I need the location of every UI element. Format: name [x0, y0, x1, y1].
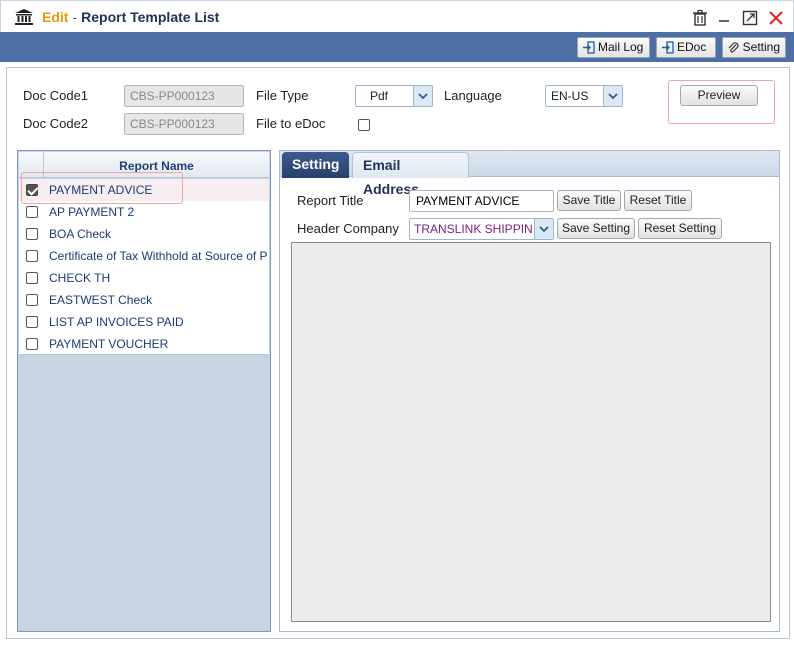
row-checkbox[interactable] — [26, 250, 38, 262]
list-item[interactable]: Certificate of Tax Withhold at Source of… — [19, 245, 269, 267]
report-name: PAYMENT VOUCHER — [49, 337, 169, 351]
paperclip-icon — [728, 42, 739, 53]
edoc-label: EDoc — [677, 40, 707, 54]
edoc-button[interactable]: EDoc — [656, 37, 716, 58]
list-item[interactable]: AP PAYMENT 2 — [19, 201, 269, 223]
mail-log-label: Mail Log — [598, 40, 644, 54]
report-title-input[interactable] — [409, 190, 554, 212]
preview-button[interactable]: Preview — [680, 85, 758, 106]
chevron-down-icon — [413, 86, 432, 106]
maximize-icon[interactable] — [741, 9, 759, 27]
doc-code1-label: Doc Code1 — [23, 88, 89, 103]
preview-area — [291, 242, 771, 622]
header-company-value: TRANSLINK SHIPPIN — [414, 222, 533, 236]
save-setting-button[interactable]: Save Setting — [557, 218, 635, 239]
chevron-down-icon — [603, 86, 622, 106]
row-checkbox[interactable] — [26, 272, 38, 284]
list-item[interactable]: EASTWEST Check — [19, 289, 269, 311]
report-name: EASTWEST Check — [49, 293, 153, 307]
row-checkbox[interactable] — [26, 338, 38, 350]
save-title-button[interactable]: Save Title — [557, 190, 621, 211]
file-to-edoc-label: File to eDoc — [256, 116, 326, 131]
doc-code1-input[interactable] — [124, 85, 244, 107]
tab-setting[interactable]: Setting — [282, 152, 349, 178]
report-name: LIST AP INVOICES PAID — [49, 315, 184, 329]
report-list-body: PAYMENT ADVICE AP PAYMENT 2 BOA Check Ce… — [19, 179, 269, 355]
mode-label: Edit — [42, 9, 69, 25]
report-name: BOA Check — [49, 227, 112, 241]
language-select[interactable]: EN-US — [545, 85, 623, 107]
header-company-select[interactable]: TRANSLINK SHIPPIN — [409, 218, 554, 240]
file-type-label: File Type — [256, 88, 309, 103]
language-label: Language — [444, 88, 502, 103]
chevron-down-icon — [534, 219, 553, 239]
report-name: Certificate of Tax Withhold at Source of… — [49, 249, 268, 263]
list-item[interactable]: PAYMENT VOUCHER — [19, 333, 269, 354]
row-checkbox[interactable] — [26, 316, 38, 328]
report-list-panel: Report Name PAYMENT ADVICE AP PAYMENT 2 … — [17, 150, 271, 632]
row-checkbox[interactable] — [26, 294, 38, 306]
main-content: Doc Code1 Doc Code2 File Type Pdf File t… — [6, 67, 790, 639]
file-to-edoc-checkbox[interactable] — [358, 119, 370, 131]
selected-row-highlight-box — [21, 172, 183, 204]
trash-icon[interactable] — [691, 9, 709, 27]
mail-log-button[interactable]: Mail Log — [577, 37, 650, 58]
tab-email-address[interactable]: Email Address — [352, 152, 469, 197]
doc-code2-input[interactable] — [124, 113, 244, 135]
list-item[interactable]: BOA Check — [19, 223, 269, 245]
window-title: Edit - Report Template List — [42, 9, 219, 25]
toolbar: Mail Log EDoc Setting — [0, 32, 794, 62]
close-icon[interactable] — [767, 9, 785, 27]
bank-icon — [15, 9, 33, 25]
doc-code2-label: Doc Code2 — [23, 116, 89, 131]
file-type-select[interactable]: Pdf — [355, 85, 433, 107]
minimize-icon[interactable] — [715, 9, 733, 27]
row-checkbox[interactable] — [26, 228, 38, 240]
window-titlebar: Edit - Report Template List — [0, 0, 794, 32]
reset-title-button[interactable]: Reset Title — [624, 190, 692, 211]
row-checkbox[interactable] — [26, 206, 38, 218]
report-name: CHECK TH — [49, 271, 111, 285]
report-title-label: Report Title — [297, 193, 364, 208]
reset-setting-button[interactable]: Reset Setting — [638, 218, 722, 239]
header-company-label: Header Company — [297, 221, 399, 236]
setting-button[interactable]: Setting — [722, 37, 786, 58]
list-item[interactable]: LIST AP INVOICES PAID — [19, 311, 269, 333]
list-item[interactable]: CHECK TH — [19, 267, 269, 289]
title-separator: - — [72, 9, 78, 25]
settings-panel: Setting Email Address Report Title Save … — [279, 150, 780, 632]
report-name: AP PAYMENT 2 — [49, 205, 135, 219]
login-icon — [583, 41, 595, 54]
login-icon — [662, 41, 674, 54]
language-value: EN-US — [551, 89, 589, 103]
file-type-value: Pdf — [370, 89, 389, 103]
page-title: Report Template List — [81, 9, 220, 25]
tab-strip: Setting Email Address — [280, 151, 779, 197]
setting-label: Setting — [742, 40, 780, 54]
